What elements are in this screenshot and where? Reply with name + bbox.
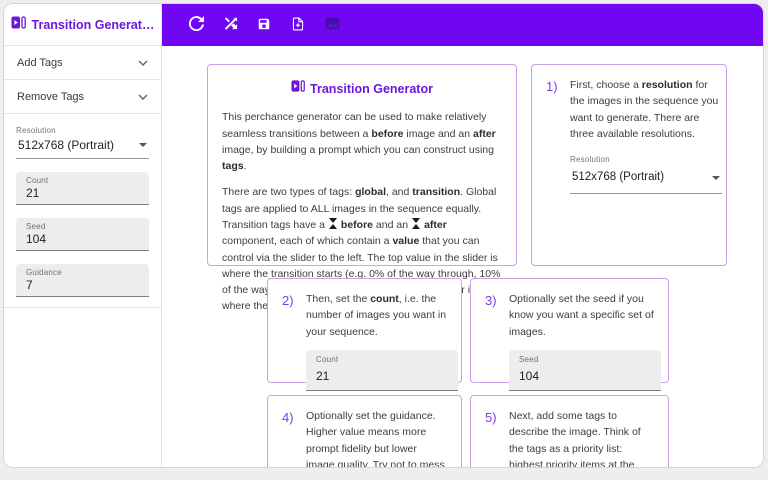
step-2-card: 2) Then, set the count, i.e. the number … xyxy=(267,278,462,391)
toolbar xyxy=(162,4,763,46)
step-number: 4) xyxy=(282,410,294,425)
sidebar-title-label: Transition Generat… xyxy=(31,17,155,32)
refresh-icon xyxy=(188,16,204,34)
intro-card: Transition Generator This perchance gene… xyxy=(207,64,517,312)
step-3-text: Optionally set the seed if you know you … xyxy=(509,293,654,338)
sidebar: Transition Generat… Add Tags Remove Tags… xyxy=(4,4,162,467)
step-number: 3) xyxy=(485,293,497,308)
main-content: Transition Generator This perchance gene… xyxy=(162,46,763,467)
resolution-value: 512x768 (Portrait) xyxy=(18,138,115,152)
step-number: 2) xyxy=(282,293,294,308)
step-3-seed-field[interactable]: Seed 104 xyxy=(509,349,661,391)
step-2-count-field[interactable]: Count 21 xyxy=(306,349,458,391)
step-3-card: 3) Optionally set the seed if you know y… xyxy=(470,278,669,391)
save-icon xyxy=(257,17,271,34)
intro-paragraph-1: This perchance generator can be used to … xyxy=(222,111,496,173)
transition-generator-icon xyxy=(11,15,26,35)
step-5-paragraph-1: Next, add some tags to describe the imag… xyxy=(509,410,641,467)
step-4-card: 4) Optionally set the guidance. Higher v… xyxy=(267,395,462,467)
shuffle-icon xyxy=(223,16,238,34)
refresh-button[interactable] xyxy=(184,13,208,37)
seed-label: Seed xyxy=(26,222,46,231)
step-2-text: Then, set the count, i.e. the number of … xyxy=(306,293,447,338)
intro-card-title: Transition Generator xyxy=(222,79,502,99)
sidebar-divider xyxy=(4,307,161,308)
count-value: 21 xyxy=(316,369,330,384)
sidebar-item-remove-tags[interactable]: Remove Tags xyxy=(4,80,161,114)
resolution-label: Resolution xyxy=(16,126,56,135)
transition-generator-icon xyxy=(291,79,305,99)
chevron-down-icon xyxy=(138,91,148,103)
intro-title-label: Transition Generator xyxy=(310,81,433,96)
seed-value: 104 xyxy=(26,232,47,246)
shuffle-button[interactable] xyxy=(218,13,242,37)
guidance-value: 7 xyxy=(26,278,33,292)
dropdown-caret-icon xyxy=(139,143,147,147)
resolution-value: 512x768 (Portrait) xyxy=(572,171,665,184)
add-tags-label: Add Tags xyxy=(17,56,63,69)
sidebar-app-title[interactable]: Transition Generat… xyxy=(4,4,161,46)
step-number: 5) xyxy=(485,410,497,425)
new-file-button[interactable] xyxy=(286,13,310,37)
seed-label: Seed xyxy=(519,354,539,364)
save-button[interactable] xyxy=(252,13,276,37)
new-file-icon xyxy=(291,16,305,34)
app-window: Transition Generat… Add Tags Remove Tags… xyxy=(3,3,764,468)
resolution-select[interactable]: 512x768 (Portrait) xyxy=(16,135,149,159)
chevron-down-icon xyxy=(138,57,148,69)
sidebar-item-add-tags[interactable]: Add Tags xyxy=(4,46,161,80)
seed-value: 104 xyxy=(519,369,540,384)
resolution-label: Resolution xyxy=(570,155,610,165)
count-label: Count xyxy=(26,176,49,185)
step-5-card: 5) Next, add some tags to describe the i… xyxy=(470,395,669,467)
export-image-button[interactable] xyxy=(320,13,344,37)
seed-field[interactable]: Seed 104 xyxy=(16,218,149,251)
remove-tags-label: Remove Tags xyxy=(17,90,85,103)
guidance-field[interactable]: Guidance 7 xyxy=(16,264,149,297)
hourglass-before-icon xyxy=(328,217,337,229)
guidance-label: Guidance xyxy=(26,268,62,277)
count-field[interactable]: Count 21 xyxy=(16,172,149,205)
export-image-icon-disabled xyxy=(325,17,340,33)
step-number: 1) xyxy=(546,79,558,94)
count-value: 21 xyxy=(26,186,40,200)
hourglass-after-icon xyxy=(412,217,421,229)
step-1-resolution-select[interactable]: 512x768 (Portrait) xyxy=(570,166,722,195)
step-1-card: 1) First, choose a resolution for the im… xyxy=(531,64,727,266)
step-1-text: First, choose a resolution for the image… xyxy=(570,79,719,140)
step-4-text: Optionally set the guidance. Higher valu… xyxy=(306,410,445,467)
count-label: Count xyxy=(316,354,339,364)
dropdown-caret-icon xyxy=(712,176,720,181)
